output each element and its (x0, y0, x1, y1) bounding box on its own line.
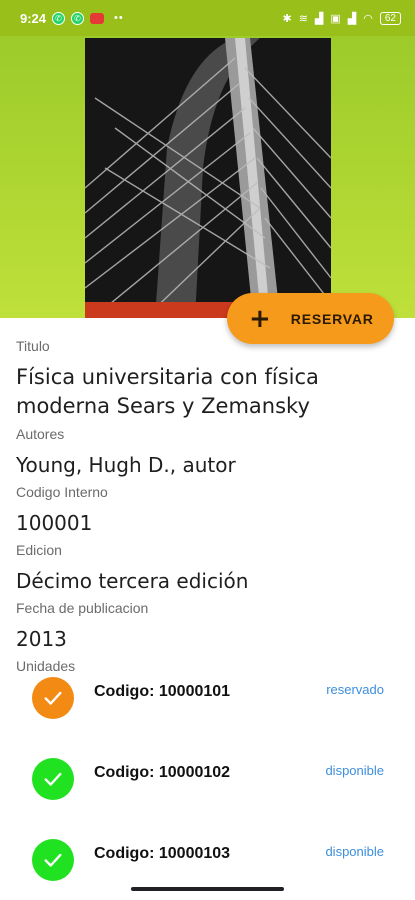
book-header (0, 36, 415, 318)
book-details: Titulo Física universitaria con física m… (16, 333, 396, 675)
wifi-icon: ◠ (363, 12, 373, 25)
bluetooth-icon: ✱ (282, 12, 292, 25)
book-authors: Young, Hugh D., autor (16, 453, 236, 477)
book-title: Física universitaria con física moderna … (16, 365, 319, 418)
signal-icon-2: ▟ (347, 12, 357, 25)
check-icon (32, 839, 74, 881)
book-edition: Décimo tercera edición (16, 569, 249, 593)
code-label: Codigo Interno (16, 484, 108, 500)
vibrate-icon: ≋ (298, 12, 308, 25)
book-pub-date: 2013 (16, 627, 67, 651)
check-icon (32, 677, 74, 719)
signal-icon: ▟ (314, 12, 324, 25)
edition-label: Edicion (16, 542, 62, 558)
app-notification-icon (90, 12, 105, 24)
status-time: 9:24 (20, 10, 47, 26)
check-icon (32, 758, 74, 800)
nav-gesture-handle[interactable] (131, 887, 284, 891)
unit-code: Codigo: 10000103 (94, 845, 231, 862)
reserve-button-label: RESERVAR (290, 310, 374, 327)
battery-icon: 62 (379, 11, 401, 25)
status-right: ✱ ≋ ▟ ▣ ▟ ◠ 62 (282, 11, 401, 25)
more-notifications-icon: •• (114, 12, 124, 24)
whatsapp-icon: ✆ (71, 11, 85, 25)
list-item[interactable]: Codigo: 10000101 reservado (0, 666, 415, 747)
list-item[interactable]: Codigo: 10000102 disponible (0, 747, 415, 828)
unit-code: Codigo: 10000101 (94, 683, 231, 700)
units-list: Codigo: 10000101 reservado Codigo: 10000… (0, 666, 415, 900)
book-cover-image (85, 38, 331, 318)
volte-icon: ▣ (330, 12, 341, 25)
unit-status: reservado (326, 682, 384, 697)
status-bar: 9:24 ✆ ✆ •• ✱ ≋ ▟ ▣ ▟ ◠ 62 (0, 0, 415, 36)
pub-date-label: Fecha de publicacion (16, 600, 149, 616)
whatsapp-icon: ✆ (52, 11, 66, 25)
title-label: Titulo (16, 338, 50, 354)
book-code: 100001 (16, 511, 93, 535)
unit-code: Codigo: 10000102 (94, 764, 231, 781)
plus-icon: + (249, 303, 271, 334)
unit-status: disponible (325, 844, 384, 859)
authors-label: Autores (16, 426, 65, 442)
unit-status: disponible (325, 763, 384, 778)
